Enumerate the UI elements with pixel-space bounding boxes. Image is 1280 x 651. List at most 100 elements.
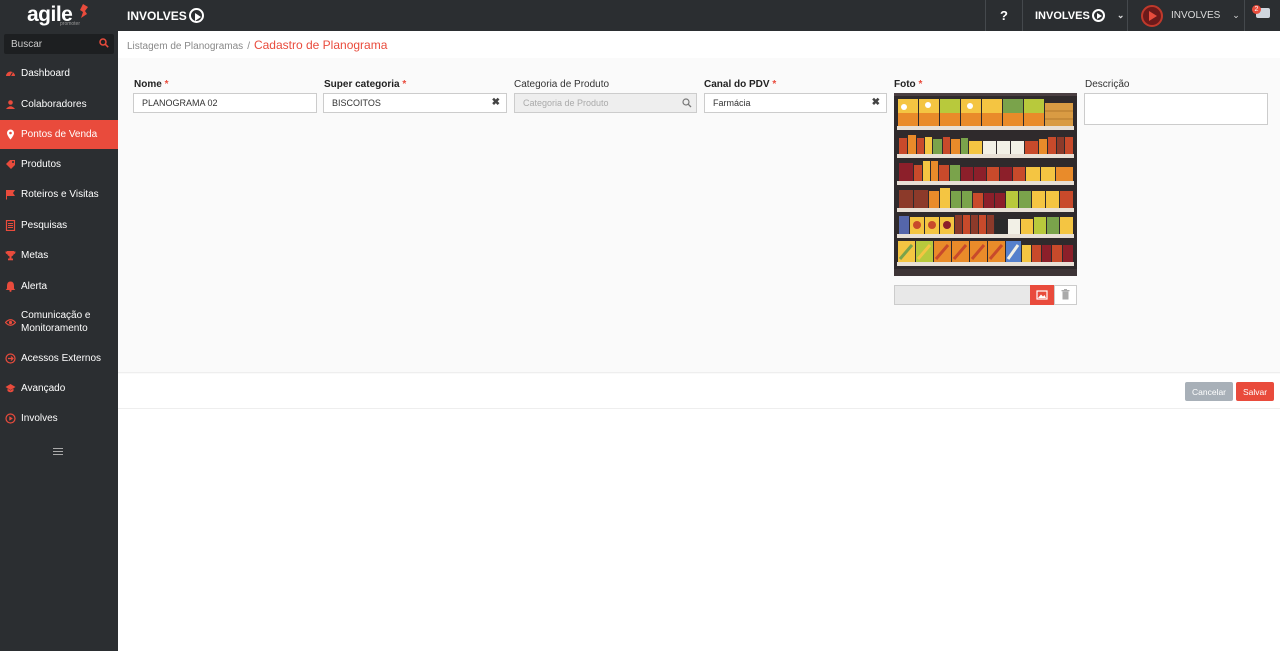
- sidebar-item-label: Comunicação e Monitoramento: [21, 310, 91, 334]
- top-bar: agile promoter INVOLVES ? INVOLVES ⌄ INV…: [0, 0, 1280, 31]
- sidebar-item-label: Dashboard: [21, 68, 70, 79]
- sidebar-item-pontos-de-venda[interactable]: Pontos de Venda: [0, 120, 118, 149]
- divider: [118, 372, 1280, 373]
- categoria-produto-placeholder: Categoria de Produto: [523, 98, 609, 108]
- sidebar-item-label: Roteiros e Visitas: [21, 189, 99, 200]
- nome-value: PLANOGRAMA 02: [142, 98, 218, 108]
- image-icon: [1036, 290, 1048, 300]
- nome-label-text: Nome: [134, 79, 162, 90]
- logo-subtext: promoter: [60, 21, 81, 27]
- sidebar-item-label: Metas: [21, 250, 49, 261]
- play-icon: [1091, 9, 1105, 22]
- sidebar-item-alerta[interactable]: Alerta: [0, 279, 118, 294]
- user-name: INVOLVES: [1171, 10, 1221, 21]
- tag-icon: [5, 159, 16, 170]
- sidebar-item-acessos-externos[interactable]: Acessos Externos: [0, 351, 118, 366]
- help-button[interactable]: ?: [986, 0, 1022, 31]
- divider: [1244, 0, 1245, 31]
- sidebar-item-label: Produtos: [21, 159, 62, 170]
- categoria-produto-label-text: Categoria de Produto: [514, 79, 610, 90]
- menu-toggle-icon[interactable]: [53, 448, 63, 456]
- notification-badge: 2: [1252, 5, 1261, 14]
- descricao-label-text: Descrição: [1085, 79, 1130, 90]
- descricao-label: Descrição: [1085, 79, 1129, 90]
- required-mark: *: [402, 79, 407, 90]
- brand-switch-label: INVOLVES: [1035, 9, 1090, 22]
- sidebar-item-label: Colaboradores: [21, 99, 87, 110]
- delete-photo-button[interactable]: [1054, 285, 1077, 305]
- canal-pdv-select[interactable]: Farmácia ✖: [704, 93, 887, 113]
- trash-icon: [1061, 289, 1070, 300]
- cancel-button[interactable]: Cancelar: [1185, 382, 1233, 401]
- sidebar-item-label: Avançado: [21, 383, 66, 394]
- map-pin-icon: [5, 129, 16, 140]
- categoria-produto-select[interactable]: Categoria de Produto: [514, 93, 697, 113]
- involves-play-icon: [5, 413, 16, 424]
- sidebar-item-roteiros-e-visitas[interactable]: Roteiros e Visitas: [0, 187, 118, 202]
- super-categoria-label-text: Super categoria: [324, 79, 400, 90]
- app-logo[interactable]: agile promoter: [0, 0, 118, 31]
- play-icon: [188, 8, 204, 23]
- required-mark: *: [164, 79, 169, 90]
- descricao-textarea[interactable]: [1084, 93, 1268, 125]
- eye-icon: [5, 317, 16, 328]
- brand-name: INVOLVES: [127, 8, 187, 23]
- flag-icon: [5, 189, 16, 200]
- search-input[interactable]: [4, 34, 94, 54]
- sidebar-item-involves[interactable]: Involves: [0, 411, 118, 426]
- sidebar-item-label: Alerta: [21, 281, 48, 292]
- main-content: Listagem de Planogramas / Cadastro de Pl…: [118, 31, 1280, 651]
- search-icon: [682, 98, 692, 108]
- divider: [118, 408, 1280, 409]
- trophy-icon: [5, 250, 16, 261]
- bell-icon: [5, 281, 16, 292]
- search-icon[interactable]: [99, 38, 109, 48]
- sidebar-item-metas[interactable]: Metas: [0, 248, 118, 263]
- super-categoria-value: BISCOITOS: [332, 98, 381, 108]
- sidebar-item-produtos[interactable]: Produtos: [0, 157, 118, 172]
- sidebar-item-label: Pontos de Venda: [21, 129, 98, 140]
- chevron-down-icon: ⌄: [1116, 10, 1125, 20]
- nome-input[interactable]: PLANOGRAMA 02: [133, 93, 317, 113]
- planogram-photo: [894, 93, 1077, 276]
- shelf-illustration: [894, 93, 1077, 276]
- sidebar-search: [4, 34, 114, 54]
- sidebar-item-label: Acessos Externos: [21, 353, 102, 364]
- foto-label-text: Foto: [894, 79, 916, 90]
- notifications-button[interactable]: 2: [1252, 5, 1272, 25]
- external-access-icon: [5, 353, 16, 364]
- users-icon: [5, 99, 16, 110]
- advanced-icon: [5, 383, 16, 394]
- nome-label: Nome *: [134, 79, 168, 90]
- canal-pdv-value: Farmácia: [713, 98, 751, 108]
- canal-pdv-label-text: Canal do PDV: [704, 79, 770, 90]
- brand-switch-dropdown[interactable]: INVOLVES ⌄: [1023, 0, 1127, 31]
- clipboard-icon: [5, 220, 16, 231]
- sidebar-item-avancado[interactable]: Avançado: [0, 381, 118, 396]
- save-button[interactable]: Salvar: [1236, 382, 1274, 401]
- sidebar-item-pesquisas[interactable]: Pesquisas: [0, 218, 118, 233]
- required-mark: *: [918, 79, 923, 90]
- super-categoria-label: Super categoria *: [324, 79, 406, 90]
- dashboard-icon: [5, 68, 16, 79]
- categoria-produto-label: Categoria de Produto: [514, 79, 609, 90]
- breadcrumb-separator: /: [247, 41, 250, 52]
- brand-logo[interactable]: INVOLVES: [127, 8, 204, 23]
- sidebar-item-dashboard[interactable]: Dashboard: [0, 66, 118, 81]
- clear-icon[interactable]: ✖: [492, 94, 500, 112]
- canal-pdv-label: Canal do PDV *: [704, 79, 776, 90]
- required-mark: *: [772, 79, 777, 90]
- super-categoria-select[interactable]: BISCOITOS ✖: [323, 93, 507, 113]
- chevron-down-icon: ⌄: [1232, 10, 1240, 20]
- sidebar-item-comunicacao-e-monitoramento[interactable]: Comunicação e Monitoramento: [0, 308, 118, 336]
- sidebar: Dashboard Colaboradores Pontos de Venda …: [0, 31, 118, 651]
- logo-flame-icon: [80, 4, 88, 18]
- clear-icon[interactable]: ✖: [872, 94, 880, 112]
- page-title: Cadastro de Planograma: [253, 38, 388, 52]
- sidebar-item-label: Pesquisas: [21, 220, 68, 231]
- upload-photo-button[interactable]: [1030, 285, 1054, 305]
- breadcrumb-parent-link[interactable]: Listagem de Planogramas: [127, 41, 243, 52]
- sidebar-item-colaboradores[interactable]: Colaboradores: [0, 97, 118, 112]
- user-menu[interactable]: INVOLVES ⌄: [1128, 0, 1244, 31]
- breadcrumb: Listagem de Planogramas / Cadastro de Pl…: [127, 38, 387, 52]
